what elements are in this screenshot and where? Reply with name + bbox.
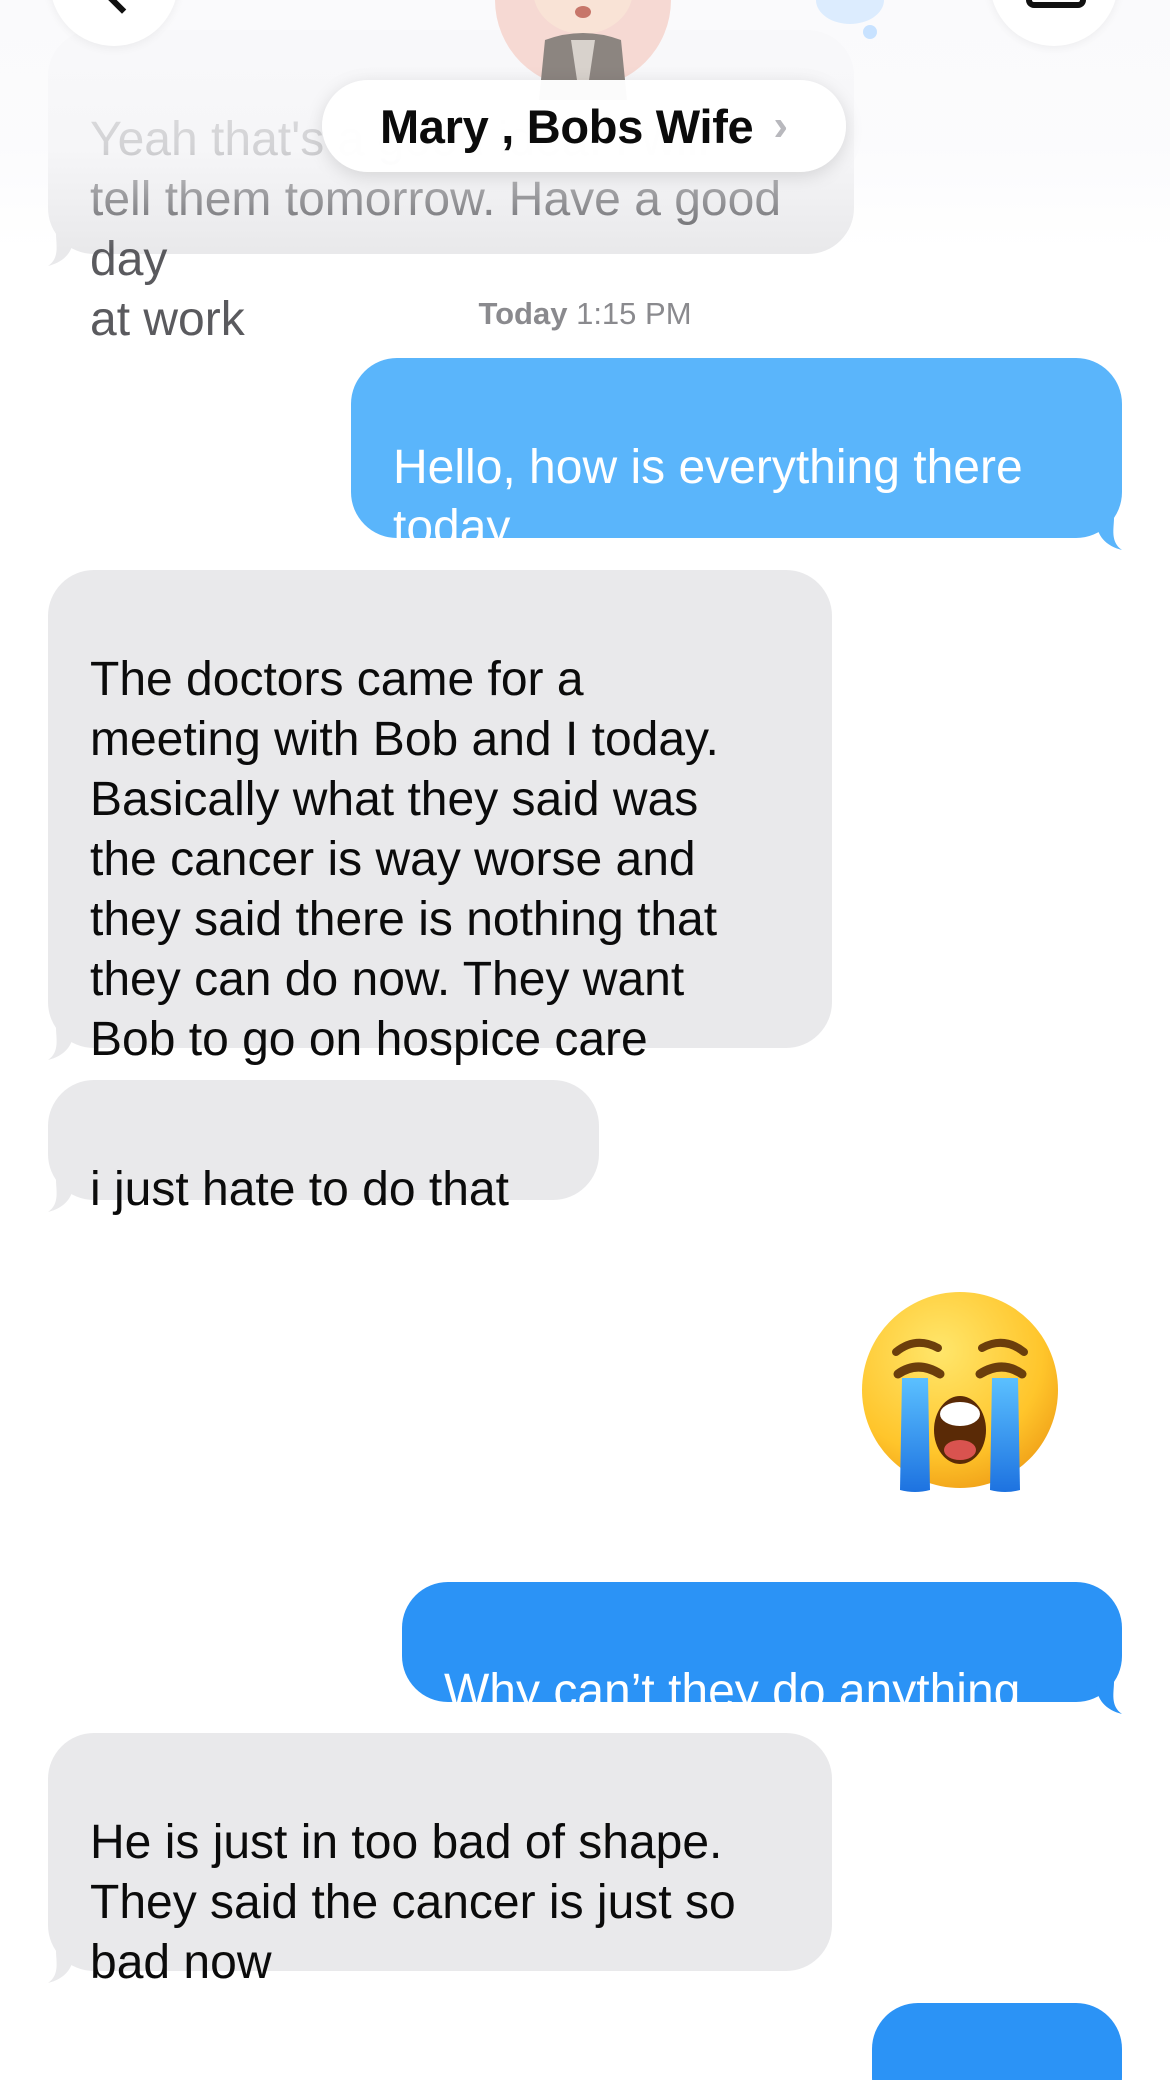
message-text: The doctors came for a meeting with Bob … xyxy=(90,653,719,1066)
facetime-video-button[interactable] xyxy=(990,0,1118,46)
loudly-crying-face-emoji-icon[interactable] xyxy=(858,1290,1062,1494)
message-text: Hello, how is everything there today xyxy=(393,441,1023,554)
message-timestamp: Today 1:15 PM xyxy=(0,296,1170,332)
bubble-tail xyxy=(1096,1682,1122,1714)
message-text: He is just in too bad of shape. They sai… xyxy=(90,1816,736,1989)
message-bubble-sent-partial[interactable] xyxy=(872,2003,1122,2080)
timestamp-time: 1:15 PM xyxy=(576,296,692,331)
bubble-tail xyxy=(48,1951,74,1983)
message-bubble-received[interactable]: i just hate to do that xyxy=(48,1080,599,1216)
bubble-tail xyxy=(48,1028,74,1060)
video-camera-icon xyxy=(1026,0,1086,8)
bubble-tail xyxy=(1096,518,1122,550)
message-bubble-sent[interactable]: Hello, how is everything there today xyxy=(351,358,1122,554)
chevron-right-icon: › xyxy=(773,101,789,150)
decorative-bubble-icon xyxy=(816,0,884,39)
chevron-left-icon xyxy=(102,0,142,14)
contact-name: Mary , Bobs Wife xyxy=(379,99,754,153)
imessage-conversation: Yeah that's a good idea. I will tell the… xyxy=(0,0,1170,2080)
bubble-tail xyxy=(48,234,74,266)
message-bubble-received[interactable]: The doctors came for a meeting with Bob … xyxy=(48,570,832,1066)
contact-name-button[interactable]: Mary , Bobs Wife › xyxy=(322,80,846,172)
timestamp-day: Today xyxy=(478,296,568,331)
message-bubble-received[interactable]: He is just in too bad of shape. They sai… xyxy=(48,1733,832,1989)
bubble-tail xyxy=(48,1180,74,1212)
message-bubble-sent[interactable]: Why can’t they do anything xyxy=(402,1582,1122,1718)
message-text: Why can’t they do anything xyxy=(444,1665,1021,1718)
message-text: i just hate to do that xyxy=(90,1163,509,1216)
